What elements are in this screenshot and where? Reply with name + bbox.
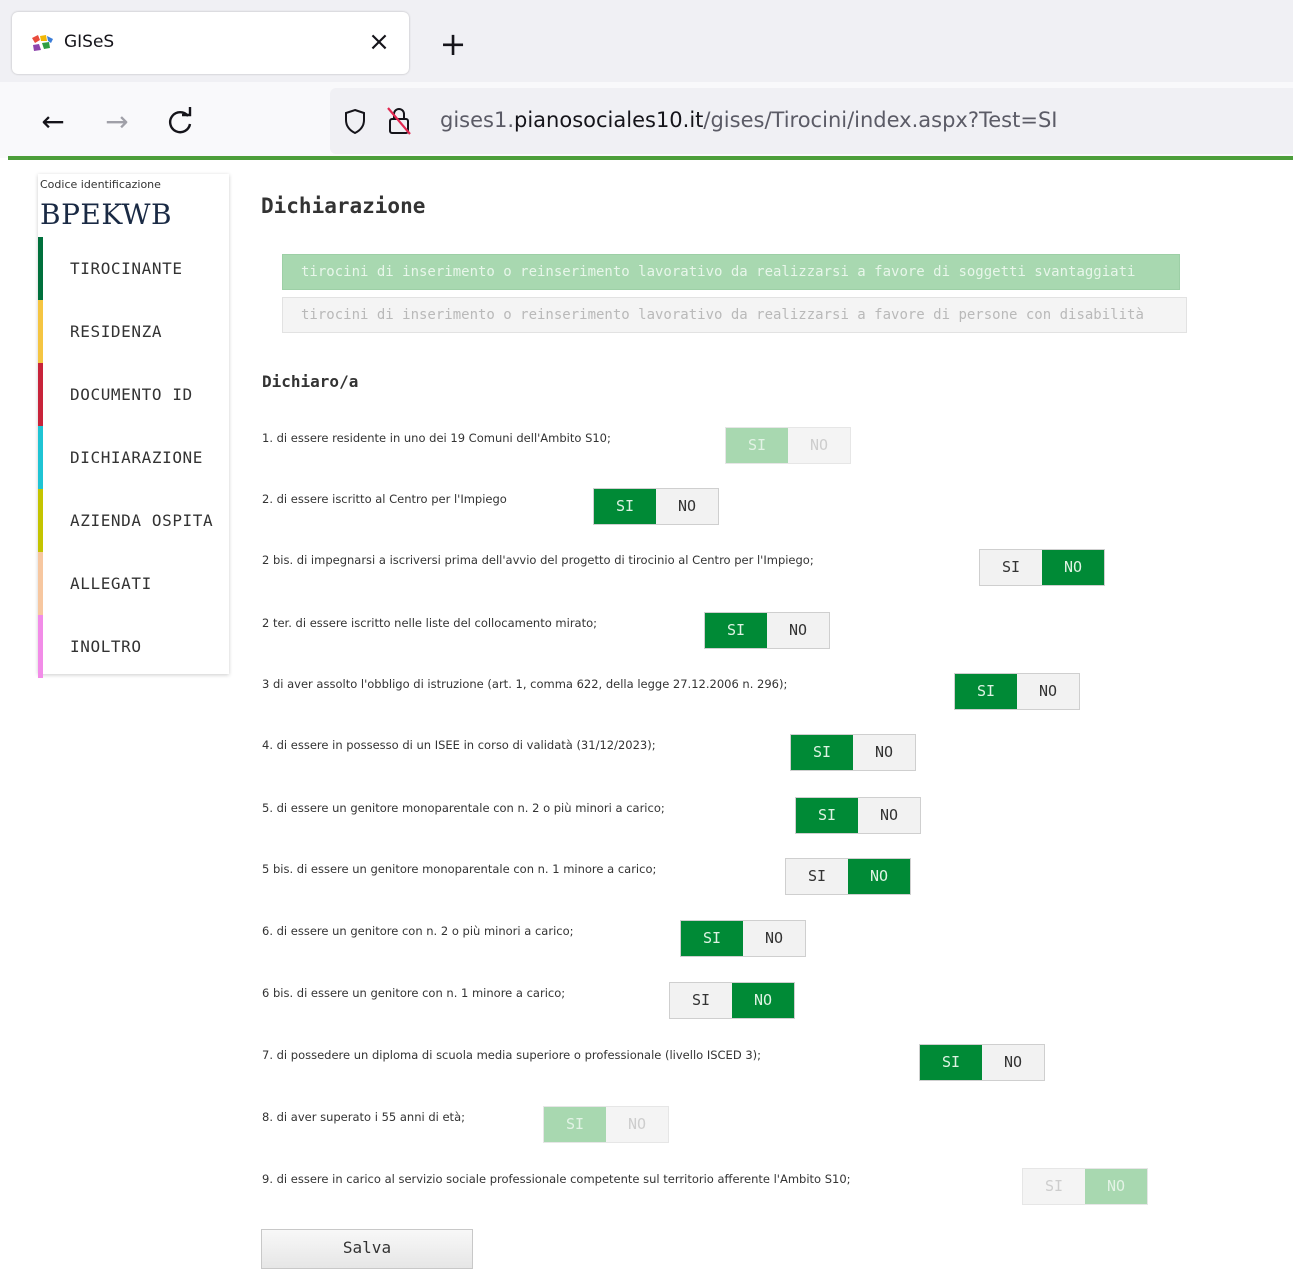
yes-button[interactable]: SI [670,983,732,1018]
url-prefix: gises1. [440,108,515,132]
yes-no-toggle: SI NO [680,920,806,957]
no-button[interactable]: NO [858,798,920,833]
section-label: Dichiaro/a [262,372,359,391]
sidebar-item-label: AZIENDA OSPITA [70,511,214,530]
sidebar-item-azienda[interactable]: AZIENDA OSPITA [38,489,229,552]
no-button[interactable]: NO [606,1107,668,1142]
sidebar-item-documento[interactable]: DOCUMENTO ID [38,363,229,426]
sidebar-item-label: RESIDENZA [70,322,163,341]
yes-button[interactable]: SI [786,859,848,894]
yes-no-toggle: SI NO [919,1044,1045,1081]
yes-no-toggle: SI NO [790,734,916,771]
url-path: /gises/Tirocini/index.aspx?Test=SI [703,108,1058,132]
question-text: 3 di aver assolto l'obbligo di istruzion… [262,677,788,691]
no-button[interactable]: NO [1017,674,1079,709]
reload-icon[interactable] [160,102,200,142]
no-button[interactable]: NO [1042,550,1104,585]
yes-button[interactable]: SI [920,1045,982,1080]
question-text: 4. di essere in possesso di un ISEE in c… [262,738,656,752]
yes-no-toggle: SI NO [704,612,830,649]
sidebar-color-bar [38,552,43,615]
browser-tab-strip: GISeS × + [0,0,1293,82]
question-text: 8. di aver superato i 55 anni di età; [262,1110,465,1124]
yes-no-toggle: SI NO [593,488,719,525]
tab-title: GISeS [64,32,115,52]
sidebar-color-bar [38,363,43,426]
sidebar-color-bar [38,615,43,678]
close-tab-icon[interactable]: × [363,26,395,58]
no-button[interactable]: NO [767,613,829,648]
no-button[interactable]: NO [982,1045,1044,1080]
yes-no-toggle: SI NO [954,673,1080,710]
url-bar[interactable]: gises1.pianosociales10.it/gises/Tirocini… [330,88,1293,154]
yes-no-toggle: SI NO [785,858,911,895]
forward-icon[interactable]: → [97,102,137,142]
no-button[interactable]: NO [848,859,910,894]
page-top-border [8,156,1293,160]
new-tab-icon[interactable]: + [437,28,469,60]
sidebar: Codice identificazione BPEKWB TIROCINANT… [38,174,229,678]
question-text: 6 bis. di essere un genitore con n. 1 mi… [262,986,566,1000]
save-button[interactable]: Salva [261,1229,473,1269]
yes-button[interactable]: SI [594,489,656,524]
sidebar-item-label: ALLEGATI [70,574,152,593]
sidebar-item-label: TIROCINANTE [70,259,183,278]
yes-no-toggle: SI NO [725,427,851,464]
sidebar-item-inoltro[interactable]: INOLTRO [38,615,229,678]
yes-button[interactable]: SI [980,550,1042,585]
sidebar-item-allegati[interactable]: ALLEGATI [38,552,229,615]
question-text: 7. di possedere un diploma di scuola med… [262,1048,762,1062]
no-button[interactable]: NO [743,921,805,956]
sidebar-item-label: DOCUMENTO ID [70,385,193,404]
yes-no-toggle: SI NO [795,797,921,834]
sidebar-item-residenza[interactable]: RESIDENZA [38,300,229,363]
no-button[interactable]: NO [853,735,915,770]
page-title: Dichiarazione [261,194,426,218]
yes-button[interactable]: SI [544,1107,606,1142]
question-text: 6. di essere un genitore con n. 2 o più … [262,924,574,938]
back-icon[interactable]: ← [33,102,73,142]
question-text: 1. di essere residente in uno dei 19 Com… [262,431,611,445]
gises-logo-icon [32,35,53,51]
yes-button[interactable]: SI [681,921,743,956]
sidebar-color-bar [38,426,43,489]
insecure-lock-icon[interactable] [386,106,412,136]
question-text: 2. di essere iscritto al Centro per l'Im… [262,492,507,506]
shield-icon[interactable] [344,108,366,134]
url-text[interactable]: gises1.pianosociales10.it/gises/Tirocini… [440,108,1057,132]
navigation-bar: ← → gises1.pianosociales10.it/gises/Tiro… [0,82,1293,158]
yes-button[interactable]: SI [796,798,858,833]
yes-no-toggle: SI NO [979,549,1105,586]
no-button[interactable]: NO [732,983,794,1018]
option-persone-disabilita[interactable]: tirocini di inserimento o reinserimento … [282,297,1187,333]
sidebar-item-tirocinante[interactable]: TIROCINANTE [38,237,229,300]
question-text: 5 bis. di essere un genitore monoparenta… [262,862,657,876]
yes-no-toggle: SI NO [1022,1168,1148,1205]
option-soggetti-svantaggiati[interactable]: tirocini di inserimento o reinserimento … [282,254,1180,290]
browser-tab[interactable]: GISeS × [12,12,409,74]
yes-no-toggle: SI NO [543,1106,669,1143]
yes-button[interactable]: SI [1023,1169,1085,1204]
question-text: 5. di essere un genitore monoparentale c… [262,801,665,815]
url-host: pianosociales10.it [514,108,704,132]
yes-button[interactable]: SI [705,613,767,648]
yes-button[interactable]: SI [791,735,853,770]
sidebar-color-bar [38,300,43,363]
sidebar-item-label: DICHIARAZIONE [70,448,204,467]
code-value: BPEKWB [40,198,173,231]
no-button[interactable]: NO [788,428,850,463]
question-text: 2 bis. di impegnarsi a iscriversi prima … [262,553,814,567]
yes-button[interactable]: SI [955,674,1017,709]
no-button[interactable]: NO [1085,1169,1147,1204]
sidebar-color-bar [38,237,43,300]
yes-button[interactable]: SI [726,428,788,463]
question-text: 2 ter. di essere iscritto nelle liste de… [262,616,598,630]
sidebar-color-bar [38,489,43,552]
yes-no-toggle: SI NO [669,982,795,1019]
sidebar-item-label: INOLTRO [70,637,142,656]
question-text: 9. di essere in carico al servizio socia… [262,1172,851,1186]
no-button[interactable]: NO [656,489,718,524]
code-label: Codice identificazione [40,178,161,191]
sidebar-item-dichiarazione[interactable]: DICHIARAZIONE [38,426,229,489]
